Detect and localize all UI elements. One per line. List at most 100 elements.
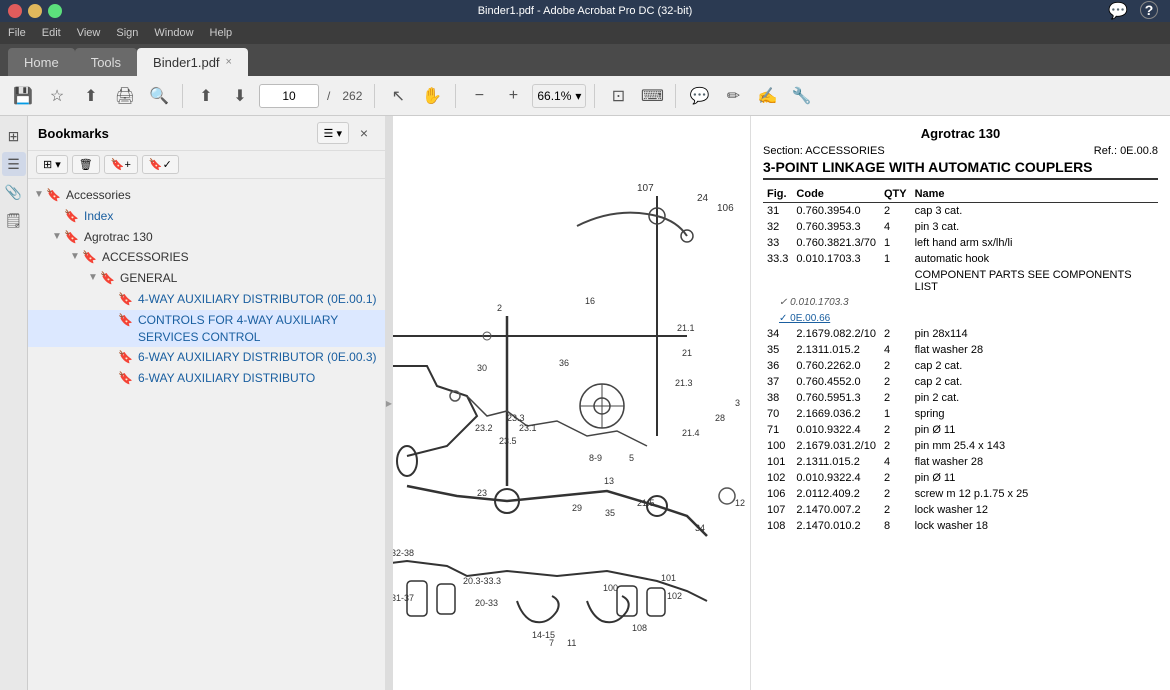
print-button[interactable]: 🖨 bbox=[110, 81, 140, 111]
ink-button[interactable]: ✏ bbox=[718, 81, 748, 111]
window-title: Binder1.pdf - Adobe Acrobat Pro DC (32-b… bbox=[62, 5, 1108, 17]
pdf-viewer[interactable]: 9_79758_00_0_0 107 24 106 bbox=[393, 116, 750, 690]
svg-text:23.3: 23.3 bbox=[507, 413, 525, 423]
svg-text:7: 7 bbox=[549, 638, 554, 648]
prev-page-button[interactable]: ⬆ bbox=[191, 81, 221, 111]
bookmark-button[interactable]: ☆ bbox=[42, 81, 72, 111]
cell-name: left hand arm sx/lh/li bbox=[911, 235, 1158, 251]
tab-home[interactable]: Home bbox=[8, 48, 75, 76]
table-row: 330.760.3821.3/701left hand arm sx/lh/li bbox=[763, 235, 1158, 251]
cell-code: 0.760.3954.0 bbox=[792, 203, 880, 220]
tab-document[interactable]: Binder1.pdf × bbox=[137, 48, 248, 76]
keyboard-button[interactable]: ⌨ bbox=[637, 81, 667, 111]
window-controls[interactable] bbox=[8, 4, 62, 18]
cell-qty: 1 bbox=[880, 251, 911, 267]
sign-button[interactable]: ✍ bbox=[752, 81, 782, 111]
tab-close-button[interactable]: × bbox=[226, 56, 232, 68]
col-fig: Fig. bbox=[763, 186, 792, 203]
chat-icon[interactable]: 💬 bbox=[1108, 1, 1128, 21]
cell-code: 0.760.5951.3 bbox=[792, 390, 880, 406]
bookmarks-close-btn[interactable]: × bbox=[353, 122, 375, 144]
left-icon-bookmarks[interactable]: ☰ bbox=[2, 152, 26, 176]
add-bookmark-btn[interactable]: 🔖+ bbox=[104, 155, 138, 174]
bookmark-4way[interactable]: 🔖 4-WAY AUXILIARY DISTRIBUTOR (0E.00.1) bbox=[28, 289, 385, 310]
menu-view[interactable]: View bbox=[77, 27, 101, 39]
cell-qty: 2 bbox=[880, 374, 911, 390]
tab-home-label: Home bbox=[24, 55, 59, 70]
bookmark-index[interactable]: 🔖 Index bbox=[28, 206, 385, 227]
cell-qty bbox=[880, 267, 911, 295]
bookmarks-menu-btn[interactable]: ☰ ▾ bbox=[317, 122, 349, 144]
bookmark-accessories[interactable]: ▼ 🔖 Accessories bbox=[28, 185, 385, 206]
delete-btn[interactable]: 🗑 bbox=[72, 155, 100, 174]
menu-file[interactable]: File bbox=[8, 27, 26, 39]
upload-button[interactable]: ⬆ bbox=[76, 81, 106, 111]
svg-text:102: 102 bbox=[667, 591, 682, 601]
zoom-out-button[interactable]: − bbox=[464, 81, 494, 111]
bookmark-controls[interactable]: 🔖 CONTROLS FOR 4-WAY AUXILIARY SERVICES … bbox=[28, 310, 385, 348]
cell-name: flat washer 28 bbox=[911, 342, 1158, 358]
table-row: 380.760.5951.32pin 2 cat. bbox=[763, 390, 1158, 406]
label-6way: 6-WAY AUXILIARY DISTRIBUTOR (0E.00.3) bbox=[138, 349, 385, 366]
search-button[interactable]: 🔍 bbox=[144, 81, 174, 111]
parts-data-table: Fig. Code QTY Name 310.760.3954.02cap 3 … bbox=[763, 186, 1158, 534]
menu-help[interactable]: Help bbox=[210, 27, 233, 39]
icon-acc-sub: 🔖 bbox=[82, 250, 98, 264]
resize-handle[interactable] bbox=[385, 116, 393, 690]
comment-button[interactable]: 💬 bbox=[684, 81, 714, 111]
svg-text:23.1: 23.1 bbox=[519, 423, 537, 433]
icon-general: 🔖 bbox=[100, 271, 116, 285]
svg-text:23.2: 23.2 bbox=[475, 423, 493, 433]
svg-text:20-33: 20-33 bbox=[475, 598, 498, 608]
icon-controls: 🔖 bbox=[118, 313, 134, 327]
cell-fig: 108 bbox=[763, 518, 792, 534]
bookmark-general[interactable]: ▼ 🔖 GENERAL bbox=[28, 268, 385, 289]
left-icon-layers[interactable]: ⊞ bbox=[2, 124, 26, 148]
svg-text:16: 16 bbox=[585, 296, 595, 306]
zoom-in-button[interactable]: + bbox=[498, 81, 528, 111]
svg-text:108: 108 bbox=[632, 623, 647, 633]
svg-text:21.4: 21.4 bbox=[682, 428, 700, 438]
expand-all-btn[interactable]: ⊞ ▾ bbox=[36, 155, 68, 174]
cell-qty: 4 bbox=[880, 454, 911, 470]
table-row: 1072.1470.007.22lock washer 12 bbox=[763, 502, 1158, 518]
left-icon-attachments[interactable]: 📎 bbox=[2, 180, 26, 204]
table-row: 1082.1470.010.28lock washer 18 bbox=[763, 518, 1158, 534]
close-button[interactable] bbox=[8, 4, 22, 18]
bookmark-accessories-sub[interactable]: ▼ 🔖 ACCESSORIES bbox=[28, 247, 385, 268]
maximize-button[interactable] bbox=[48, 4, 62, 18]
zoom-dropdown[interactable]: 66.1% ▾ bbox=[532, 84, 586, 108]
left-icon-pages[interactable]: 🗒 bbox=[2, 208, 26, 232]
properties-btn[interactable]: 🔖✓ bbox=[142, 155, 179, 174]
minimize-button[interactable] bbox=[28, 4, 42, 18]
bookmark-6way[interactable]: 🔖 6-WAY AUXILIARY DISTRIBUTOR (0E.00.3) bbox=[28, 347, 385, 368]
next-page-button[interactable]: ⬇ bbox=[225, 81, 255, 111]
menu-window[interactable]: Window bbox=[154, 27, 193, 39]
fit-button[interactable]: ⊡ bbox=[603, 81, 633, 111]
hand-tool-button[interactable]: ✋ bbox=[417, 81, 447, 111]
parts-link[interactable]: ✓ 0E.00.66 bbox=[779, 313, 830, 324]
svg-text:23.5: 23.5 bbox=[499, 436, 517, 446]
menu-edit[interactable]: Edit bbox=[42, 27, 61, 39]
tab-tools[interactable]: Tools bbox=[75, 48, 137, 76]
select-tool-button[interactable]: ↖ bbox=[383, 81, 413, 111]
cell-fig: 102 bbox=[763, 470, 792, 486]
page-number-input[interactable]: 10 bbox=[259, 84, 319, 108]
menu-sign[interactable]: Sign bbox=[116, 27, 138, 39]
save-button[interactable]: 💾 bbox=[8, 81, 38, 111]
bookmark-6way2[interactable]: 🔖 6-WAY AUXILIARY DISTRIBUTO bbox=[28, 368, 385, 389]
cell-qty: 2 bbox=[880, 502, 911, 518]
cell-code: 2.0112.409.2 bbox=[792, 486, 880, 502]
cell-code: 0.760.3953.3 bbox=[792, 219, 880, 235]
svg-text:21.3: 21.3 bbox=[675, 378, 693, 388]
sep2 bbox=[374, 84, 375, 108]
cell-qty: 8 bbox=[880, 518, 911, 534]
label-general: GENERAL bbox=[120, 270, 385, 287]
cell-name: flat washer 28 bbox=[911, 454, 1158, 470]
cell-name: pin 3 cat. bbox=[911, 219, 1158, 235]
help-icon[interactable]: ? bbox=[1140, 1, 1158, 19]
bookmark-agrotrac[interactable]: ▼ 🔖 Agrotrac 130 bbox=[28, 227, 385, 248]
tools2-button[interactable]: 🔧 bbox=[786, 81, 816, 111]
table-row: 710.010.9322.42pin Ø 11 bbox=[763, 422, 1158, 438]
page-separator: / bbox=[327, 89, 330, 103]
